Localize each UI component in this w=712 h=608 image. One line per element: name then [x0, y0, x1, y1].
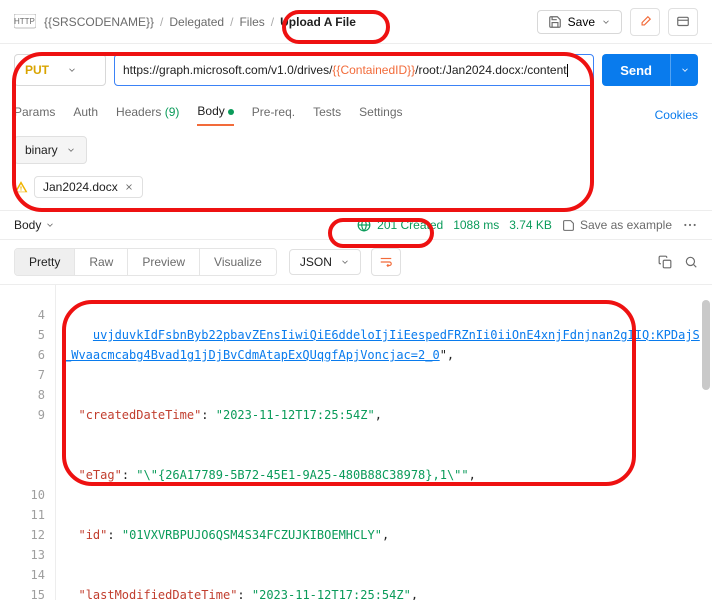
code-line: "id": "01VXVRBPUJO6QSM4S34FCZUJKIBOEMHCL… — [64, 525, 704, 545]
file-chip[interactable]: Jan2024.docx — [34, 176, 143, 198]
response-body-label: Body — [14, 218, 41, 232]
response-size: 3.74 KB — [509, 218, 552, 232]
chevron-down-icon[interactable] — [601, 17, 611, 27]
view-preview[interactable]: Preview — [128, 249, 200, 275]
chevron-down-icon — [340, 257, 350, 267]
url-part: /root:/Jan2024.docx:/content — [415, 61, 566, 79]
request-tabs: Params Auth Headers (9) Body Pre-req. Te… — [0, 90, 712, 126]
code-line: uvjduvkIdFsbnByb22pbavZEnsIiwiQiE6ddeloI… — [64, 325, 704, 365]
breadcrumb-sep: / — [230, 15, 233, 29]
copy-icon[interactable] — [658, 255, 672, 269]
response-header: Body 201 Created 1088 ms 3.74 KB Save as… — [0, 210, 712, 239]
response-body-pane[interactable]: 4 5 6 7 8 9 10 11 12 13 14 15 16 uvjduvk… — [0, 284, 712, 600]
svg-text:HTTP: HTTP — [14, 17, 35, 26]
more-icon[interactable] — [682, 217, 698, 233]
line-gutter: 4 5 6 7 8 9 10 11 12 13 14 15 16 — [0, 285, 56, 600]
code-line: "lastModifiedDateTime": "2023-11-12T17:2… — [64, 585, 704, 600]
body-type-row: binary — [0, 126, 712, 174]
tab-tests[interactable]: Tests — [313, 105, 341, 125]
tab-params[interactable]: Params — [14, 105, 55, 125]
scrollbar[interactable] — [702, 300, 710, 390]
method-select[interactable]: PUT — [14, 54, 106, 86]
code-line: "eTag": "\"{26A17789-5B72-45E1-9A25-480B… — [64, 465, 704, 485]
method-label: PUT — [25, 63, 49, 77]
body-type-select[interactable]: binary — [14, 136, 87, 164]
breadcrumb-sep: / — [160, 15, 163, 29]
view-visualize[interactable]: Visualize — [200, 249, 276, 275]
http-icon: HTTP — [14, 12, 36, 32]
view-row: Pretty Raw Preview Visualize JSON — [0, 239, 712, 284]
send-button[interactable]: Send — [602, 54, 670, 86]
send-options-button[interactable] — [670, 54, 698, 86]
breadcrumb-part[interactable]: Delegated — [169, 15, 224, 29]
cookies-link[interactable]: Cookies — [655, 108, 698, 122]
view-group: Pretty Raw Preview Visualize — [14, 248, 277, 276]
tab-prereq[interactable]: Pre-req. — [252, 105, 295, 125]
text-caret — [567, 64, 568, 77]
breadcrumb-sep: / — [271, 15, 274, 29]
search-icon[interactable] — [684, 255, 698, 269]
code-line: "createdDateTime": "2023-11-12T17:25:54Z… — [64, 405, 704, 425]
format-select[interactable]: JSON — [289, 249, 361, 275]
request-area: PUT https://graph.microsoft.com/v1.0/dri… — [0, 44, 712, 90]
file-row: Jan2024.docx — [0, 174, 712, 210]
file-name: Jan2024.docx — [43, 180, 118, 194]
breadcrumb: {{SRSCODENAME}} / Delegated / Files / Up… — [44, 15, 356, 29]
topbar: HTTP {{SRSCODENAME}} / Delegated / Files… — [0, 0, 712, 44]
save-button[interactable]: Save — [537, 10, 622, 34]
url-part: https://graph.microsoft.com/v1.0/drives/ — [123, 61, 332, 79]
response-body-select[interactable]: Body — [14, 218, 55, 232]
status-chunk: 201 Created — [357, 218, 443, 232]
send-group: Send — [602, 54, 698, 86]
format-label: JSON — [300, 255, 332, 269]
share-button[interactable] — [630, 8, 660, 36]
url-input[interactable]: https://graph.microsoft.com/v1.0/drives/… — [114, 54, 594, 86]
tab-body[interactable]: Body — [197, 104, 233, 126]
remove-file-icon[interactable] — [124, 182, 134, 192]
comments-button[interactable] — [668, 8, 698, 36]
code-content: uvjduvkIdFsbnByb22pbavZEnsIiwiQiE6ddeloI… — [56, 285, 712, 600]
chevron-down-icon — [66, 145, 76, 155]
headers-count: (9) — [165, 105, 180, 119]
save-as-example-button[interactable]: Save as example — [562, 218, 672, 232]
response-time: 1088 ms — [453, 218, 499, 232]
url-variable: {{ContainedID}} — [332, 61, 415, 79]
chevron-down-icon — [67, 65, 77, 75]
view-raw[interactable]: Raw — [75, 249, 128, 275]
breadcrumb-part[interactable]: Files — [239, 15, 264, 29]
active-dot-icon — [228, 109, 234, 115]
body-type-label: binary — [25, 143, 58, 157]
tab-settings[interactable]: Settings — [359, 105, 402, 125]
save-example-label: Save as example — [580, 218, 672, 232]
breadcrumb-part[interactable]: {{SRSCODENAME}} — [44, 15, 154, 29]
warning-icon — [14, 180, 28, 194]
save-label: Save — [568, 15, 595, 29]
breadcrumb-current: Upload A File — [280, 15, 356, 29]
tab-auth[interactable]: Auth — [73, 105, 98, 125]
wrap-lines-button[interactable] — [371, 248, 401, 276]
tab-headers[interactable]: Headers (9) — [116, 105, 179, 125]
globe-icon — [357, 218, 371, 232]
tab-body-label: Body — [197, 104, 224, 118]
view-pretty[interactable]: Pretty — [15, 249, 75, 275]
chevron-down-icon — [45, 220, 55, 230]
tab-headers-label: Headers — [116, 105, 161, 119]
status-text: 201 Created — [377, 218, 443, 232]
